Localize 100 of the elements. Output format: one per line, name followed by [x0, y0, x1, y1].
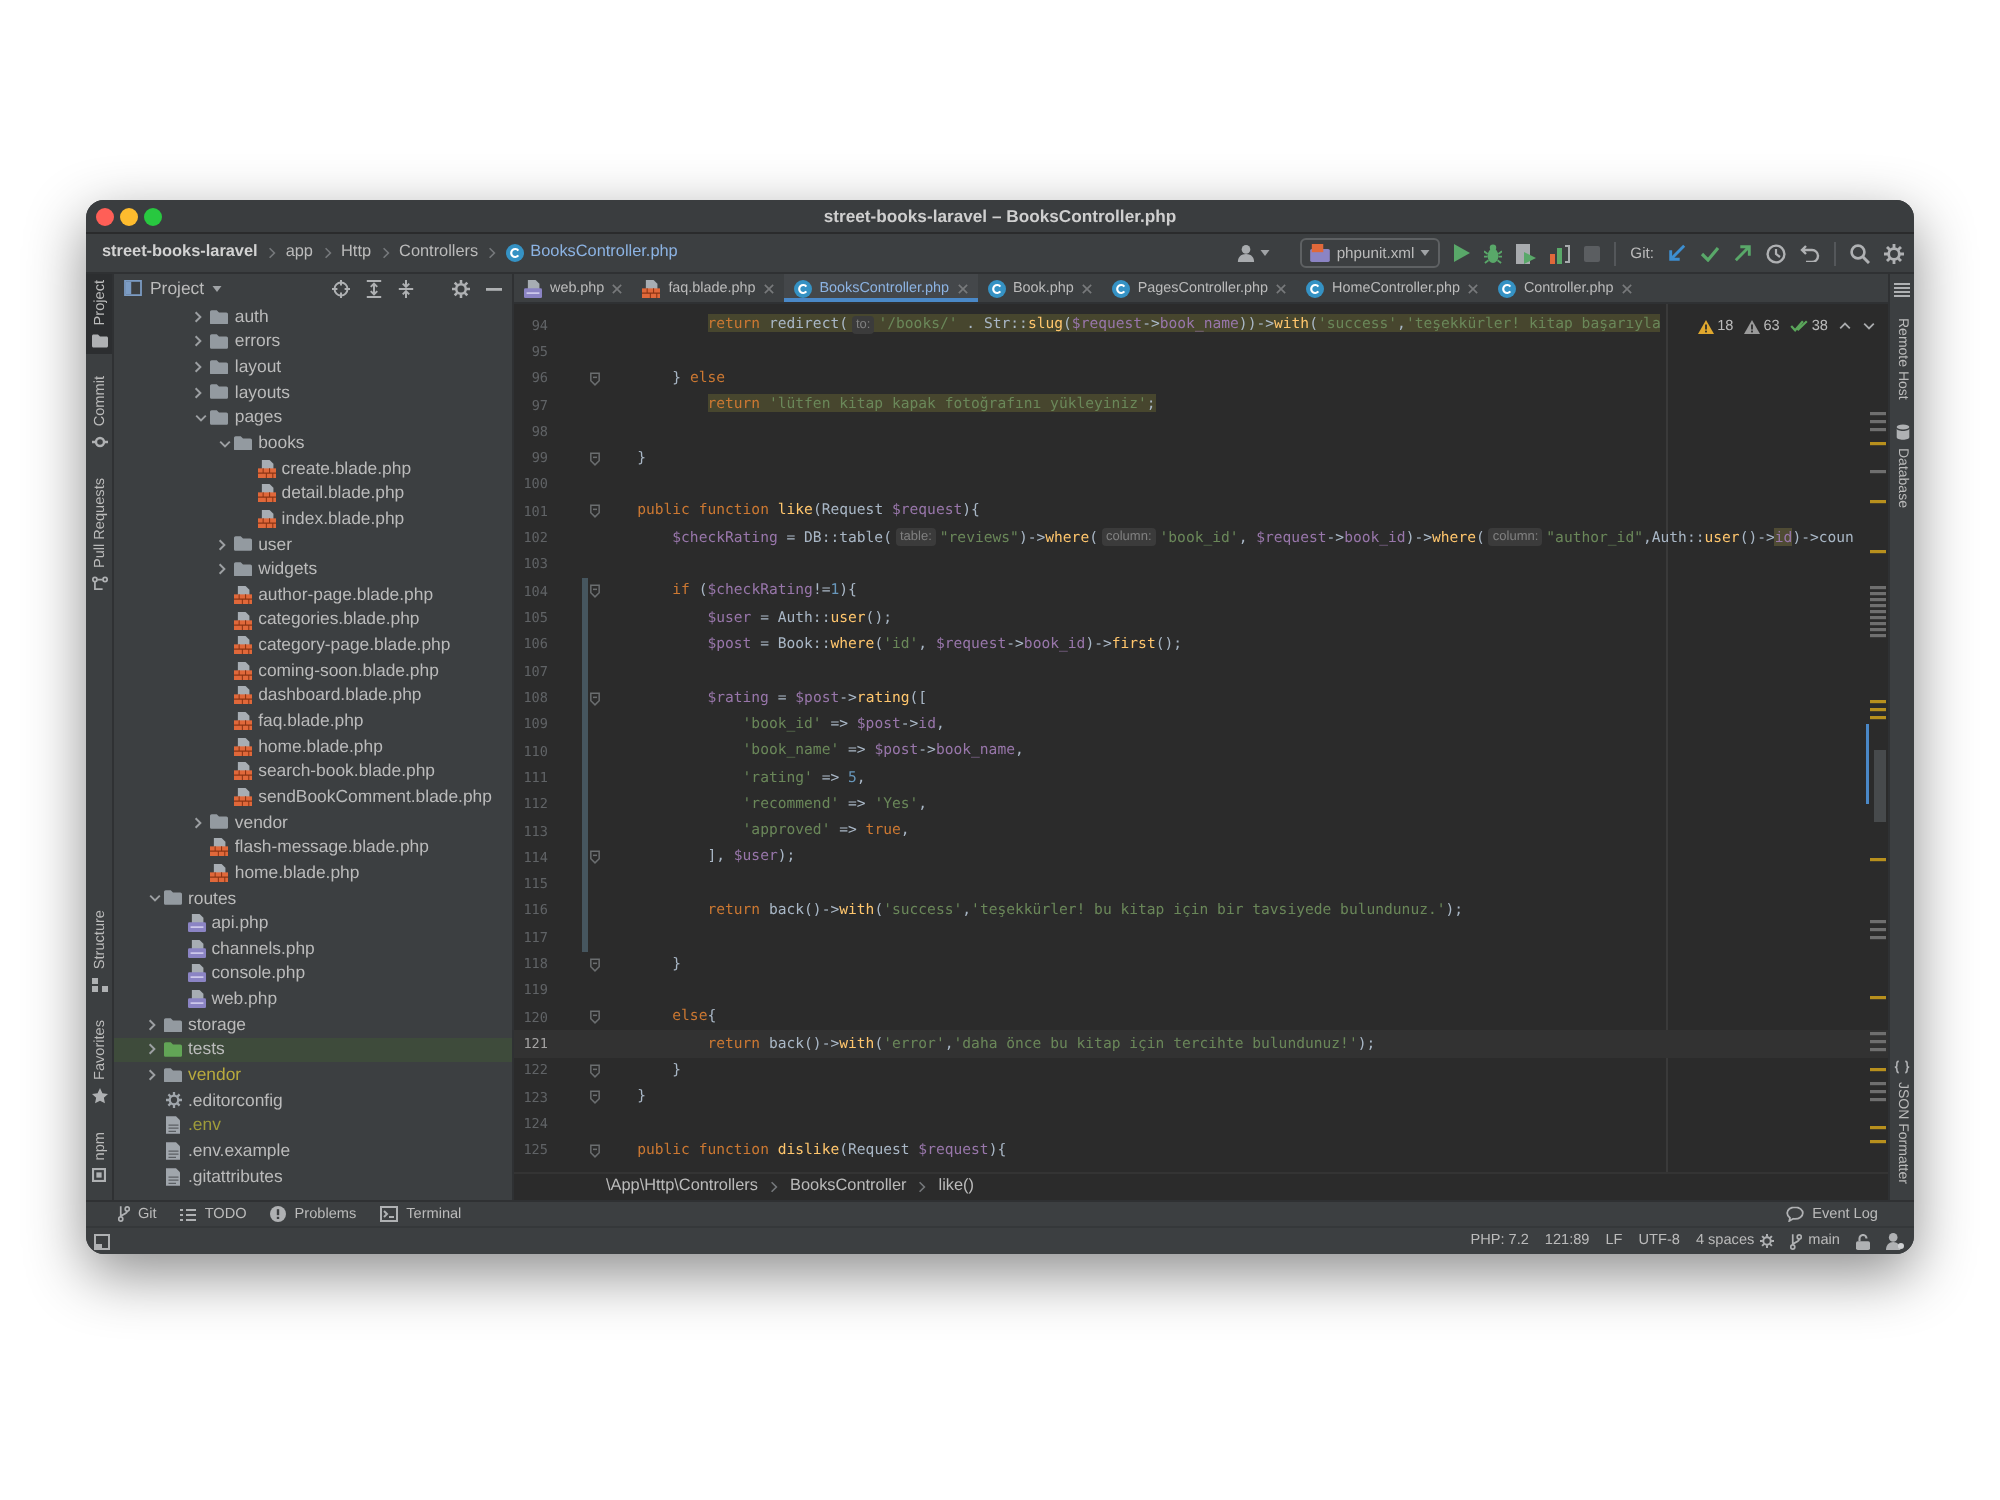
collapse-all-icon[interactable] [398, 280, 414, 298]
breadcrumb[interactable]: BooksController.php [506, 240, 678, 266]
fold-marker-icon[interactable] [590, 1063, 600, 1078]
fold-marker-icon[interactable] [590, 1010, 600, 1025]
list-icon[interactable] [1894, 282, 1910, 298]
tree-item[interactable]: user [234, 531, 292, 558]
user-icon[interactable] [1236, 244, 1257, 262]
tree-item[interactable]: .editorconfig [164, 1087, 283, 1114]
tree-item[interactable]: flash-message.blade.php [210, 834, 429, 861]
tree-item[interactable]: layout [210, 354, 282, 381]
chevron-down-icon[interactable] [194, 413, 209, 422]
bug-icon[interactable] [1484, 243, 1503, 263]
play-icon[interactable] [1454, 244, 1471, 262]
tree-item[interactable]: search-book.blade.php [234, 758, 435, 785]
settings-icon[interactable] [452, 280, 470, 298]
tree-item[interactable]: channels.php [187, 935, 315, 962]
search-icon[interactable] [1850, 243, 1870, 263]
fold-marker-icon[interactable] [590, 504, 600, 519]
caret-icon[interactable] [212, 285, 223, 292]
fold-marker-icon[interactable] [590, 691, 600, 706]
tree-item[interactable]: sendBookComment.blade.php [234, 783, 492, 811]
minus-icon[interactable] [486, 287, 502, 291]
close-icon[interactable] [763, 283, 774, 293]
tree-item[interactable]: .env.example [164, 1137, 291, 1164]
tree-item[interactable]: auth [210, 304, 269, 330]
tree-item[interactable]: faq.blade.php [234, 708, 364, 735]
chevron-right-icon[interactable] [218, 562, 227, 577]
minimize-window-button[interactable] [120, 207, 138, 225]
tree-item[interactable]: storage [164, 1011, 246, 1038]
chevron-right-icon[interactable] [148, 1068, 156, 1083]
tree-item[interactable]: category-page.blade.php [234, 632, 451, 659]
tree-item[interactable]: dashboard.blade.php [234, 682, 422, 709]
tree-item[interactable]: index.blade.php [257, 505, 405, 532]
window-layout-icon[interactable] [94, 1233, 110, 1249]
tree-item[interactable]: coming-soon.blade.php [234, 657, 439, 684]
tree-item[interactable]: author-page.blade.php [234, 581, 434, 608]
tree-item[interactable]: .env [164, 1112, 221, 1139]
tree-item[interactable]: web.php [187, 986, 278, 1013]
project-view-dropdown[interactable]: Project [124, 275, 223, 303]
close-icon[interactable] [1621, 283, 1632, 293]
bar-chart-icon[interactable] [1550, 243, 1571, 263]
caret-icon[interactable] [1260, 250, 1271, 256]
arrow-up-right-icon[interactable] [1734, 244, 1752, 262]
chevron-right-icon[interactable] [194, 385, 203, 400]
undo-icon[interactable] [1800, 244, 1820, 262]
fold-marker-icon[interactable] [590, 1143, 600, 1158]
settings-icon[interactable] [1884, 243, 1904, 263]
lock-icon[interactable] [1856, 1233, 1870, 1249]
tree-item[interactable]: vendor [210, 809, 288, 836]
chevron-right-icon[interactable] [148, 1042, 156, 1057]
page-play-icon[interactable] [1516, 243, 1537, 263]
user-icon[interactable] [1886, 1232, 1904, 1250]
fold-marker-icon[interactable] [590, 1090, 600, 1105]
chevron-right-icon[interactable] [194, 360, 203, 375]
breadcrumb[interactable]: Controllers [399, 240, 479, 266]
tree-item[interactable]: .gitattributes [164, 1163, 283, 1190]
expand-all-icon[interactable] [366, 280, 382, 298]
chevron-right-icon[interactable] [194, 309, 203, 324]
tree-item[interactable]: create.blade.php [257, 455, 412, 482]
tree-item[interactable]: api.php [187, 910, 269, 937]
check-icon[interactable] [1700, 245, 1720, 261]
chevron-right-icon[interactable] [194, 334, 203, 349]
clock-icon[interactable] [1766, 243, 1786, 263]
close-icon[interactable] [1081, 283, 1092, 293]
breadcrumb[interactable]: \App\Http\Controllers [606, 1174, 758, 1200]
chevron-down-icon[interactable] [218, 439, 233, 448]
tree-item[interactable]: errors [210, 328, 281, 355]
tree-item[interactable]: categories.blade.php [234, 606, 420, 634]
close-icon[interactable] [957, 283, 967, 293]
chevron-down-icon[interactable] [1862, 322, 1876, 330]
fold-marker-icon[interactable] [590, 584, 600, 599]
close-icon[interactable] [1276, 283, 1287, 293]
tree-item[interactable]: vendor [164, 1062, 242, 1089]
close-icon[interactable] [612, 283, 623, 293]
tree-item[interactable]: home.blade.php [210, 859, 360, 886]
tree-item[interactable]: home.blade.php [234, 733, 383, 760]
chevron-down-icon[interactable] [148, 894, 162, 903]
breadcrumb[interactable]: like() [938, 1174, 974, 1200]
caret-icon[interactable] [1420, 250, 1431, 256]
tree-item[interactable]: pages [210, 404, 283, 431]
tree-item[interactable]: console.php [187, 960, 306, 987]
fold-marker-icon[interactable] [590, 451, 600, 466]
breadcrumb[interactable]: app [285, 240, 313, 266]
maximize-window-button[interactable] [144, 207, 162, 225]
tree-item[interactable]: tests [164, 1036, 225, 1063]
breadcrumb[interactable]: Http [341, 240, 372, 266]
tree-item[interactable]: routes [164, 885, 237, 912]
tree-item[interactable]: layouts [210, 379, 290, 406]
fold-marker-icon[interactable] [590, 371, 600, 386]
crosshair-icon[interactable] [332, 280, 350, 298]
close-icon[interactable] [1467, 283, 1478, 293]
fold-marker-icon[interactable] [590, 957, 600, 972]
breadcrumb[interactable]: street-books-laravel [102, 240, 258, 266]
chevron-right-icon[interactable] [218, 537, 227, 552]
tree-item[interactable]: widgets [234, 556, 318, 583]
breadcrumb[interactable]: BooksController [790, 1174, 907, 1200]
chevron-right-icon[interactable] [148, 1017, 156, 1032]
chevron-right-icon[interactable] [194, 815, 203, 830]
fold-marker-icon[interactable] [590, 850, 600, 865]
close-window-button[interactable] [96, 207, 114, 225]
